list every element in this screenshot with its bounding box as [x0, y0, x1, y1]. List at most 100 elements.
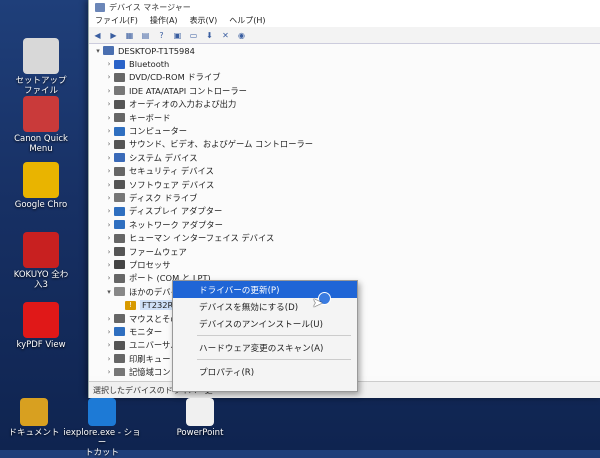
- app-icon: [88, 398, 116, 426]
- tree-item[interactable]: › キーボード: [89, 111, 600, 124]
- back-icon[interactable]: ◀: [91, 30, 104, 41]
- device-category-icon: [114, 247, 125, 257]
- tree-item-label: DESKTOP-T1T5984: [118, 45, 195, 56]
- tree-item-label: ファームウェア: [129, 246, 187, 257]
- tree-item[interactable]: › ファームウェア: [89, 245, 600, 258]
- device-category-icon: [114, 327, 125, 337]
- device-category-icon: [114, 59, 125, 69]
- device-category-icon: [114, 153, 125, 163]
- device-category-icon: [114, 233, 125, 243]
- expand-arrow-icon[interactable]: ›: [104, 207, 114, 215]
- expand-arrow-icon[interactable]: ›: [104, 355, 114, 363]
- tree-item[interactable]: ▾ DESKTOP-T1T5984: [89, 44, 600, 57]
- expand-arrow-icon[interactable]: ›: [104, 114, 114, 122]
- tree-item-label: サウンド、ビデオ、およびゲーム コントローラー: [129, 139, 314, 150]
- expand-arrow-icon[interactable]: ›: [104, 341, 114, 349]
- device-category-icon: [114, 113, 125, 123]
- device-manager-icon: [95, 2, 105, 12]
- expand-arrow-icon[interactable]: ›: [104, 167, 114, 175]
- tree-item[interactable]: › ディスク ドライブ: [89, 191, 600, 204]
- desktop-shortcut-label: Google Chro: [14, 200, 68, 210]
- expand-arrow-icon[interactable]: ›: [104, 328, 114, 336]
- tree-item[interactable]: › プロセッサ: [89, 258, 600, 271]
- expand-arrow-icon[interactable]: ›: [104, 234, 114, 242]
- enable-icon[interactable]: ◉: [235, 30, 248, 41]
- context-menu-item[interactable]: デバイスのアンインストール(U): [173, 315, 357, 332]
- expand-arrow-icon[interactable]: ›: [104, 315, 114, 323]
- app-icon: [23, 162, 59, 198]
- desktop-shortcut[interactable]: Google Chro: [6, 162, 76, 211]
- expand-arrow-icon[interactable]: ›: [104, 274, 114, 282]
- app-icon: [23, 38, 59, 74]
- tree-item[interactable]: › DVD/CD-ROM ドライブ: [89, 71, 600, 84]
- device-category-icon: [114, 180, 125, 190]
- tree-item[interactable]: › コンピューター: [89, 124, 600, 137]
- device-category-icon: [114, 166, 125, 176]
- expand-arrow-icon[interactable]: ›: [104, 73, 114, 81]
- expand-arrow-icon[interactable]: ›: [104, 140, 114, 148]
- tree-item[interactable]: › ディスプレイ アダプター: [89, 205, 600, 218]
- warning-device-icon: !: [125, 300, 136, 310]
- menu-item[interactable]: ヘルプ(H): [229, 15, 265, 26]
- computer-icon[interactable]: ▭: [187, 30, 200, 41]
- tree-item-label: IDE ATA/ATAPI コントローラー: [129, 85, 247, 96]
- tree-item-label: モニター: [129, 326, 163, 337]
- device-category-icon: [114, 287, 125, 297]
- expand-arrow-icon[interactable]: ›: [104, 60, 114, 68]
- desktop-shortcut-label: KOKUYO 全わ 入3: [13, 270, 69, 290]
- device-category-icon: [114, 367, 125, 376]
- desktop-shortcut-label: kyPDF View: [16, 340, 66, 350]
- update-driver-icon[interactable]: ⬇: [203, 30, 216, 41]
- tree-item-label: システム デバイス: [129, 152, 198, 163]
- tree-item[interactable]: › Bluetooth: [89, 57, 600, 70]
- expand-arrow-icon[interactable]: ›: [104, 248, 114, 256]
- uninstall-icon[interactable]: ✕: [219, 30, 232, 41]
- menu-bar: ファイル(F) 操作(A) 表示(V) ヘルプ(H): [89, 14, 600, 27]
- tree-item[interactable]: › オーディオの入力および出力: [89, 98, 600, 111]
- expand-arrow-icon[interactable]: ›: [104, 368, 114, 376]
- tree-item[interactable]: › ヒューマン インターフェイス デバイス: [89, 231, 600, 244]
- expand-arrow-icon[interactable]: ▾: [93, 47, 103, 55]
- tree-item[interactable]: › ネットワーク アダプター: [89, 218, 600, 231]
- expand-arrow-icon[interactable]: ›: [104, 261, 114, 269]
- desktop-shortcut[interactable]: kyPDF View: [6, 302, 76, 351]
- device-category-icon: [114, 193, 125, 203]
- expand-arrow-icon[interactable]: ›: [104, 100, 114, 108]
- expand-arrow-icon[interactable]: ›: [104, 127, 114, 135]
- title-bar: デバイス マネージャー: [89, 0, 600, 14]
- help-icon[interactable]: ?: [155, 30, 168, 41]
- expand-arrow-icon[interactable]: ›: [104, 221, 114, 229]
- details-icon[interactable]: ▤: [139, 30, 152, 41]
- forward-icon[interactable]: ▶: [107, 30, 120, 41]
- expand-arrow-icon[interactable]: ▾: [104, 288, 114, 296]
- context-menu-item[interactable]: ハードウェア変更のスキャン(A): [173, 339, 357, 356]
- desktop-shortcut[interactable]: KOKUYO 全わ 入3: [6, 232, 76, 291]
- tree-item[interactable]: › サウンド、ビデオ、およびゲーム コントローラー: [89, 138, 600, 151]
- device-category-icon: [114, 314, 125, 323]
- view-icon[interactable]: ▣: [171, 30, 184, 41]
- expand-arrow-icon[interactable]: ›: [104, 181, 114, 189]
- tree-item-label: DVD/CD-ROM ドライブ: [129, 72, 221, 83]
- desktop-shortcut[interactable]: iexplore.exe - ショー トカット: [62, 398, 142, 458]
- desktop-shortcut[interactable]: PowerPoint: [160, 398, 240, 439]
- properties-icon[interactable]: ▦: [123, 30, 136, 41]
- menu-item[interactable]: ファイル(F): [95, 15, 138, 26]
- desktop-shortcut[interactable]: セットアップ ファイル: [6, 38, 76, 97]
- expand-arrow-icon[interactable]: ›: [104, 194, 114, 202]
- expand-arrow-icon[interactable]: ›: [104, 154, 114, 162]
- desktop-shortcut[interactable]: Canon Quick Menu: [6, 96, 76, 155]
- menu-item[interactable]: 操作(A): [150, 15, 178, 26]
- tree-item[interactable]: › システム デバイス: [89, 151, 600, 164]
- context-menu-item[interactable]: プロパティ(R): [173, 363, 357, 380]
- menu-separator: [197, 335, 351, 336]
- mouse-cursor-icon: ➤: [312, 296, 323, 311]
- expand-arrow-icon[interactable]: ›: [104, 87, 114, 95]
- device-category-icon: [114, 86, 125, 96]
- tree-item-label: セキュリティ デバイス: [129, 166, 214, 177]
- tree-item[interactable]: › セキュリティ デバイス: [89, 165, 600, 178]
- desktop-shortcut-label: iexplore.exe - ショー トカット: [63, 428, 141, 458]
- tree-item[interactable]: › IDE ATA/ATAPI コントローラー: [89, 84, 600, 97]
- tree-item[interactable]: › ソフトウェア デバイス: [89, 178, 600, 191]
- desktop-shortcut-label: Canon Quick Menu: [14, 134, 68, 154]
- menu-item[interactable]: 表示(V): [190, 15, 218, 26]
